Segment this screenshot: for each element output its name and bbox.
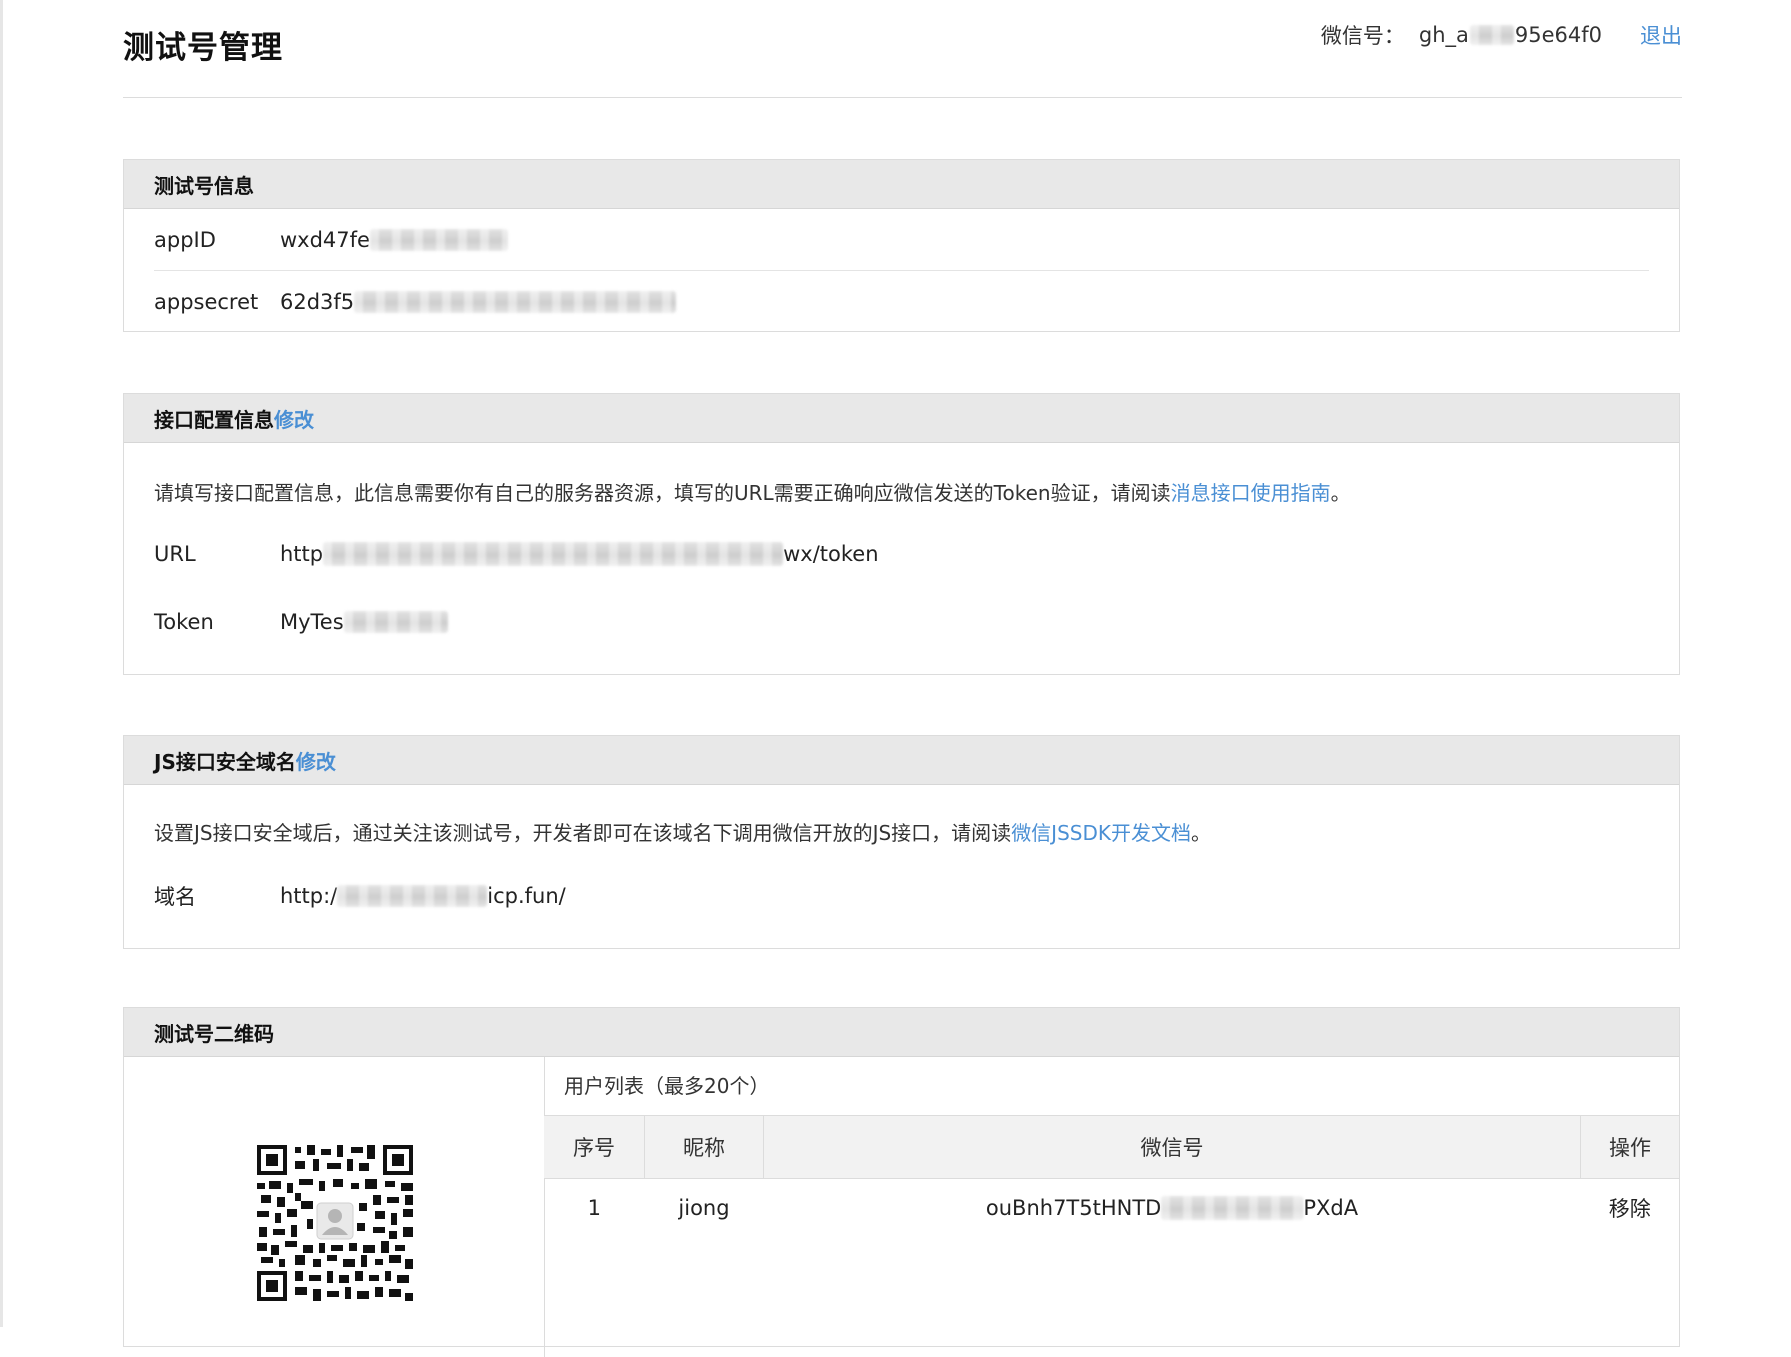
- panel-title: JS接口安全域名: [154, 749, 296, 774]
- account-info-panel: 测试号信息 appID wxd47fe appsecret 62d3f5: [123, 159, 1680, 332]
- domain-row: 域名 http:/ icp.fun/: [154, 878, 1649, 914]
- panel-title: 接口配置信息: [154, 407, 274, 432]
- url-value-suffix: wx/token: [783, 542, 879, 566]
- account-info-panel-header: 测试号信息: [124, 160, 1679, 209]
- user-list-area: 用户列表（最多20个） 序号 昵称 微信号 操作 1 jiong ouBnh7T…: [544, 1057, 1679, 1237]
- masked-region: [323, 542, 784, 566]
- api-config-panel-header: 接口配置信息 修改: [124, 394, 1679, 443]
- masked-region: [1469, 25, 1514, 45]
- column-header-nickname: 昵称: [644, 1116, 764, 1179]
- column-header-wechat-id: 微信号: [763, 1116, 1581, 1179]
- table-row: 1 jiong ouBnh7T5tHNTD PXdA 移除: [544, 1179, 1679, 1238]
- masked-region: [337, 885, 488, 907]
- appsecret-row: appsecret 62d3f5: [154, 271, 1649, 332]
- token-value: MyTes: [280, 610, 448, 634]
- qrcode-panel-header: 测试号二维码: [124, 1008, 1679, 1057]
- token-row: Token MyTes: [154, 604, 1649, 640]
- masked-region: [354, 290, 677, 313]
- wechat-id-suffix: PXdA: [1303, 1196, 1359, 1220]
- masked-region: [369, 228, 508, 251]
- url-label: URL: [154, 542, 196, 566]
- column-header-index: 序号: [544, 1116, 645, 1179]
- domain-value: http:/ icp.fun/: [280, 884, 566, 908]
- user-table: 序号 昵称 微信号 操作 1 jiong ouBnh7T5tHNTD PXdA …: [544, 1116, 1679, 1237]
- account-id: gh_a 95e64f0: [1419, 23, 1602, 47]
- user-nickname: jiong: [678, 1196, 730, 1220]
- api-config-description: 请填写接口配置信息，此信息需要你有自己的服务器资源，填写的URL需要正确响应微信…: [154, 477, 1649, 506]
- qr-code-image: [255, 1143, 415, 1303]
- appid-value-text: wxd47fe: [280, 227, 370, 252]
- message-api-guide-link[interactable]: 消息接口使用指南: [1171, 481, 1331, 505]
- description-end: 。: [1191, 821, 1211, 845]
- page-header: 测试号管理 微信号： gh_a 95e64f0 退出: [123, 0, 1682, 98]
- account-id-prefix: gh_a: [1418, 23, 1469, 47]
- domain-label: 域名: [154, 885, 196, 909]
- remove-user-link[interactable]: 移除: [1581, 1179, 1680, 1238]
- token-label: Token: [154, 610, 214, 634]
- appsecret-value-text: 62d3f5: [280, 289, 355, 314]
- account-info: 微信号： gh_a 95e64f0 退出: [1321, 20, 1682, 50]
- domain-value-suffix: icp.fun/: [487, 884, 566, 908]
- panel-title: 测试号信息: [154, 173, 254, 198]
- page: 测试号管理 微信号： gh_a 95e64f0 退出 测试号信息 appID w…: [123, 0, 1682, 1357]
- masked-region: [1161, 1196, 1304, 1220]
- description-end: 。: [1330, 481, 1351, 505]
- jssdk-doc-link[interactable]: 微信JSSDK开发文档: [1011, 821, 1191, 845]
- api-config-edit-link[interactable]: 修改: [274, 404, 314, 433]
- logout-link[interactable]: 退出: [1640, 20, 1682, 50]
- js-domain-edit-link[interactable]: 修改: [296, 746, 336, 775]
- js-domain-panel: JS接口安全域名 修改 设置JS接口安全域后，通过关注该测试号，开发者即可在该域名…: [123, 735, 1680, 949]
- page-title: 测试号管理: [123, 30, 283, 66]
- domain-value-prefix: http:/: [280, 884, 338, 908]
- description-text: 请填写接口配置信息，此信息需要你有自己的服务器资源，填写的URL需要正确响应微信…: [154, 481, 1171, 505]
- appsecret-label: appsecret: [154, 289, 259, 314]
- js-domain-panel-header: JS接口安全域名 修改: [124, 736, 1679, 785]
- appid-row: appID wxd47fe: [154, 209, 1649, 271]
- url-row: URL http wx/token: [154, 536, 1649, 572]
- qrcode-area: [124, 1057, 545, 1357]
- qrcode-panel: 测试号二维码 用户列表（最多20个） 序号 昵称 微信号 操作 1 jiong …: [123, 1007, 1680, 1357]
- column-header-action: 操作: [1580, 1116, 1679, 1179]
- account-label: 微信号：: [1320, 24, 1405, 48]
- url-value: http wx/token: [280, 542, 879, 566]
- user-list-title: 用户列表（最多20个）: [544, 1057, 1679, 1116]
- masked-region: [343, 611, 448, 633]
- appsecret-value: 62d3f5: [280, 289, 677, 314]
- user-table-header: 序号 昵称 微信号 操作: [544, 1116, 1679, 1179]
- window-left-edge: [0, 0, 3, 1327]
- url-value-prefix: http: [280, 542, 324, 566]
- wechat-id-prefix: ouBnh7T5tHNTD: [985, 1196, 1162, 1220]
- user-wechat-id: ouBnh7T5tHNTD PXdA: [764, 1179, 1581, 1238]
- js-domain-description: 设置JS接口安全域后，通过关注该测试号，开发者即可在该域名下调用微信开放的JS接…: [154, 817, 1649, 846]
- token-value-text: MyTes: [280, 610, 344, 634]
- description-text: 设置JS接口安全域后，通过关注该测试号，开发者即可在该域名下调用微信开放的JS接…: [154, 821, 1012, 845]
- panel-title: 测试号二维码: [154, 1021, 274, 1046]
- appid-label: appID: [154, 227, 216, 252]
- user-index: 1: [587, 1196, 601, 1220]
- appid-value: wxd47fe: [280, 228, 508, 252]
- account-id-suffix: 95e64f0: [1514, 23, 1602, 47]
- api-config-panel: 接口配置信息 修改 请填写接口配置信息，此信息需要你有自己的服务器资源，填写的UR…: [123, 393, 1680, 675]
